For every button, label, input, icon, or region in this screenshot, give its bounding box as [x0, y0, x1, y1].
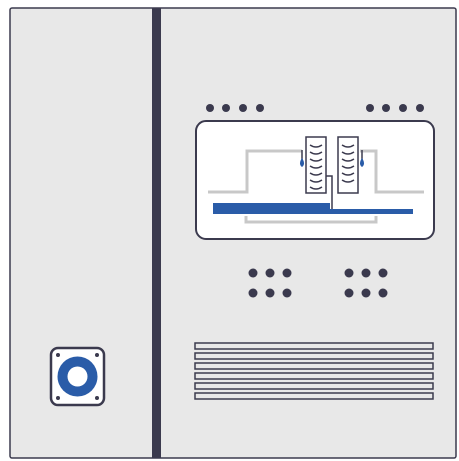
vent-slat [194, 382, 434, 390]
indicator-dot [265, 268, 275, 278]
indicator-dot [344, 288, 354, 298]
indicator-dot [248, 268, 258, 278]
inspection-window [195, 120, 435, 240]
vent-slat [194, 352, 434, 360]
vent-slat [194, 362, 434, 370]
indicator-dot [248, 288, 258, 298]
spiral-column-left [305, 136, 327, 194]
vent-slat [194, 372, 434, 380]
indicator-dot [399, 104, 407, 112]
indicator-dot [361, 268, 371, 278]
indicator-dot [344, 268, 354, 278]
indicator-dot [282, 268, 292, 278]
indicator-dot [366, 104, 374, 112]
machine-panel-diagram [9, 7, 457, 459]
indicator-dot [256, 104, 264, 112]
indicator-dot [416, 104, 424, 112]
indicator-dot [378, 288, 388, 298]
indicator-dot [378, 268, 388, 278]
speaker-port-icon [49, 346, 106, 407]
conveyor-right [330, 209, 413, 214]
indicator-dot [206, 104, 214, 112]
conveyor-left [213, 203, 330, 214]
spiral-column-right [337, 136, 359, 194]
vent-slat [194, 342, 434, 350]
indicator-dot [222, 104, 230, 112]
indicator-dot [265, 288, 275, 298]
indicator-dot [382, 104, 390, 112]
indicator-dot [361, 288, 371, 298]
vent-slat [194, 392, 434, 400]
indicator-dot [282, 288, 292, 298]
panel-divider [152, 8, 161, 458]
indicator-dot [239, 104, 247, 112]
